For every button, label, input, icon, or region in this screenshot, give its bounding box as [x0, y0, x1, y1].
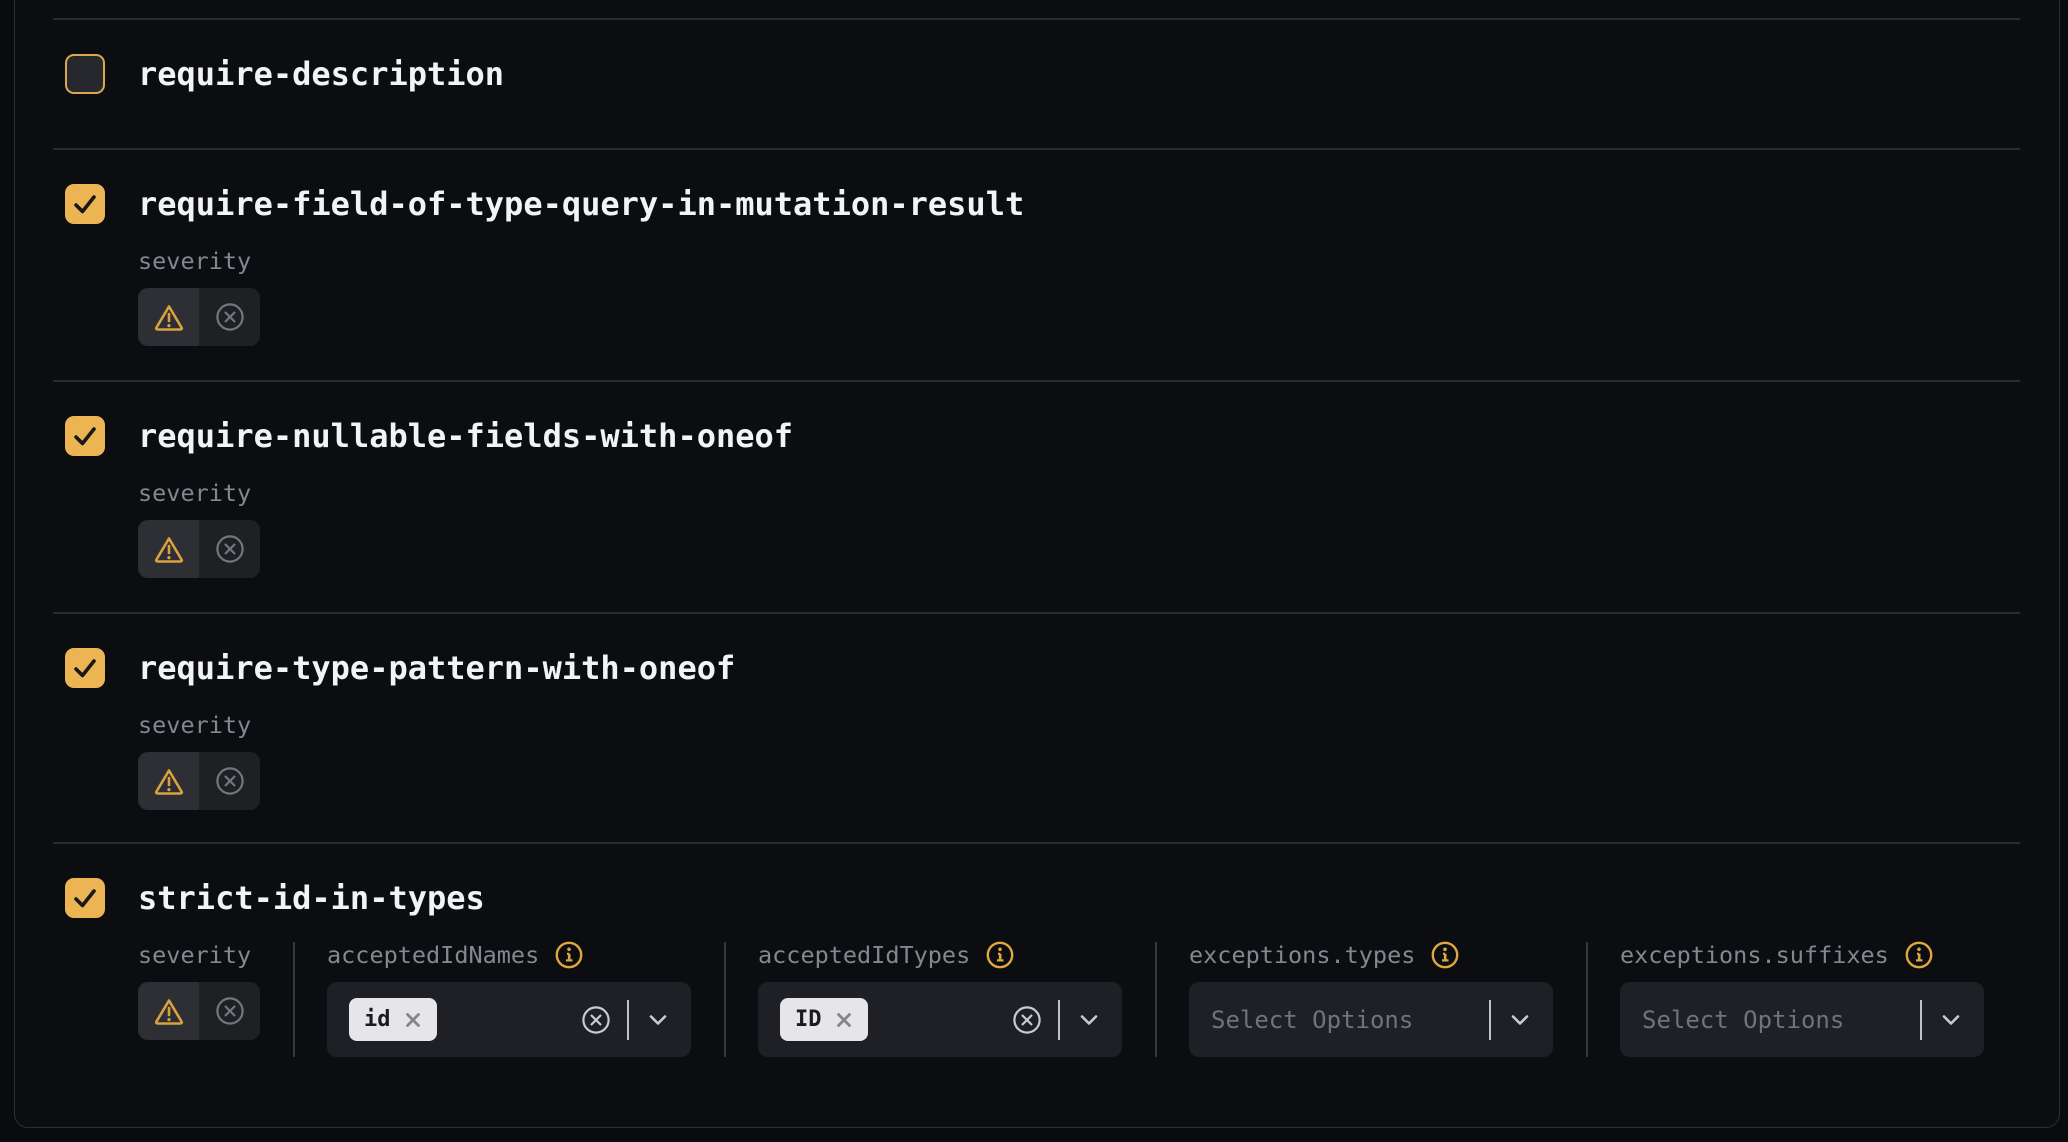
rule-name: strict-id-in-types: [138, 879, 485, 917]
circle-x-icon: [215, 996, 245, 1026]
chevron-down-icon[interactable]: [645, 1007, 671, 1033]
circle-x-icon: [215, 534, 245, 564]
rule-name: require-type-pattern-with-oneof: [138, 649, 735, 687]
tag-chip: ID: [780, 998, 868, 1041]
select-divider: [627, 1000, 629, 1040]
info-icon[interactable]: [1905, 941, 1933, 969]
exceptions-suffixes-option: exceptions.suffixes Select Options: [1620, 942, 1984, 1057]
remove-tag-icon[interactable]: [835, 1011, 853, 1029]
info-icon[interactable]: [1431, 941, 1459, 969]
column-divider: [724, 942, 726, 1057]
circle-x-icon: [215, 302, 245, 332]
warning-triangle-icon: [154, 534, 184, 564]
severity-option: severity: [138, 248, 260, 346]
severity-option: severity: [138, 480, 260, 578]
remove-tag-icon[interactable]: [404, 1011, 422, 1029]
severity-warn-button[interactable]: [138, 752, 199, 810]
select-placeholder: Select Options: [1211, 1006, 1413, 1034]
severity-off-button[interactable]: [199, 982, 260, 1040]
tag-text: ID: [795, 1007, 822, 1032]
severity-toggle-group: [138, 752, 260, 810]
rule-checkbox-checked[interactable]: [65, 416, 105, 456]
severity-label: severity: [138, 711, 251, 739]
warning-triangle-icon: [154, 996, 184, 1026]
rule-row-require-type-pattern-with-oneof: require-type-pattern-with-oneof severity: [53, 612, 2020, 842]
column-divider: [1155, 942, 1157, 1057]
exceptions-suffixes-label: exceptions.suffixes: [1620, 941, 1889, 969]
rule-row-require-description: require-description: [53, 18, 2020, 148]
severity-toggle-group: [138, 520, 260, 578]
card-top-spacer: [15, 0, 2059, 18]
severity-label: severity: [138, 247, 251, 275]
rules-config-panel: require-description require-field-of-typ…: [14, 0, 2060, 1128]
rule-checkbox-checked[interactable]: [65, 648, 105, 688]
severity-toggle-group: [138, 982, 260, 1040]
acceptedIdTypes-option: acceptedIdTypes ID: [758, 942, 1122, 1057]
column-divider: [293, 942, 295, 1057]
checkmark-icon: [65, 878, 105, 918]
select-placeholder: Select Options: [1642, 1006, 1844, 1034]
clear-selection-icon[interactable]: [1012, 1005, 1042, 1035]
chevron-down-icon[interactable]: [1076, 1007, 1102, 1033]
info-icon[interactable]: [555, 941, 583, 969]
exceptions-suffixes-multiselect[interactable]: Select Options: [1620, 982, 1984, 1057]
select-divider: [1489, 1000, 1491, 1040]
severity-warn-button[interactable]: [138, 520, 199, 578]
severity-off-button[interactable]: [199, 288, 260, 346]
acceptedIdTypes-label: acceptedIdTypes: [758, 941, 970, 969]
tag-chip: id: [349, 998, 437, 1041]
checkmark-icon: [65, 184, 105, 224]
severity-off-button[interactable]: [199, 752, 260, 810]
rule-name: require-nullable-fields-with-oneof: [138, 417, 793, 455]
severity-option: severity: [138, 712, 260, 810]
rule-row-require-field-of-type-query-in-mutation-result: require-field-of-type-query-in-mutation-…: [53, 148, 2020, 380]
rule-checkbox-checked[interactable]: [65, 878, 105, 918]
exceptions-types-label: exceptions.types: [1189, 941, 1415, 969]
info-icon[interactable]: [986, 941, 1014, 969]
exceptions-types-option: exceptions.types Select Options: [1189, 942, 1553, 1057]
chevron-down-icon[interactable]: [1938, 1007, 1964, 1033]
severity-off-button[interactable]: [199, 520, 260, 578]
severity-label: severity: [138, 941, 251, 969]
severity-label: severity: [138, 479, 251, 507]
rule-checkbox-checked[interactable]: [65, 184, 105, 224]
warning-triangle-icon: [154, 766, 184, 796]
rule-checkbox-unchecked[interactable]: [65, 54, 105, 94]
tag-text: id: [364, 1007, 391, 1032]
checkmark-icon: [65, 648, 105, 688]
severity-option: severity: [138, 942, 260, 1057]
clear-selection-icon[interactable]: [581, 1005, 611, 1035]
rule-row-strict-id-in-types: strict-id-in-types severity: [53, 842, 2020, 1126]
select-divider: [1920, 1000, 1922, 1040]
severity-warn-button[interactable]: [138, 982, 199, 1040]
severity-warn-button[interactable]: [138, 288, 199, 346]
severity-toggle-group: [138, 288, 260, 346]
select-divider: [1058, 1000, 1060, 1040]
acceptedIdNames-multiselect[interactable]: id: [327, 982, 691, 1057]
acceptedIdNames-option: acceptedIdNames id: [327, 942, 691, 1057]
warning-triangle-icon: [154, 302, 184, 332]
rule-name: require-description: [138, 55, 504, 93]
checkmark-icon: [65, 416, 105, 456]
acceptedIdNames-label: acceptedIdNames: [327, 941, 539, 969]
rule-row-require-nullable-fields-with-oneof: require-nullable-fields-with-oneof sever…: [53, 380, 2020, 612]
acceptedIdTypes-multiselect[interactable]: ID: [758, 982, 1122, 1057]
chevron-down-icon[interactable]: [1507, 1007, 1533, 1033]
column-divider: [1586, 942, 1588, 1057]
circle-x-icon: [215, 766, 245, 796]
exceptions-types-multiselect[interactable]: Select Options: [1189, 982, 1553, 1057]
rule-name: require-field-of-type-query-in-mutation-…: [138, 185, 1024, 223]
